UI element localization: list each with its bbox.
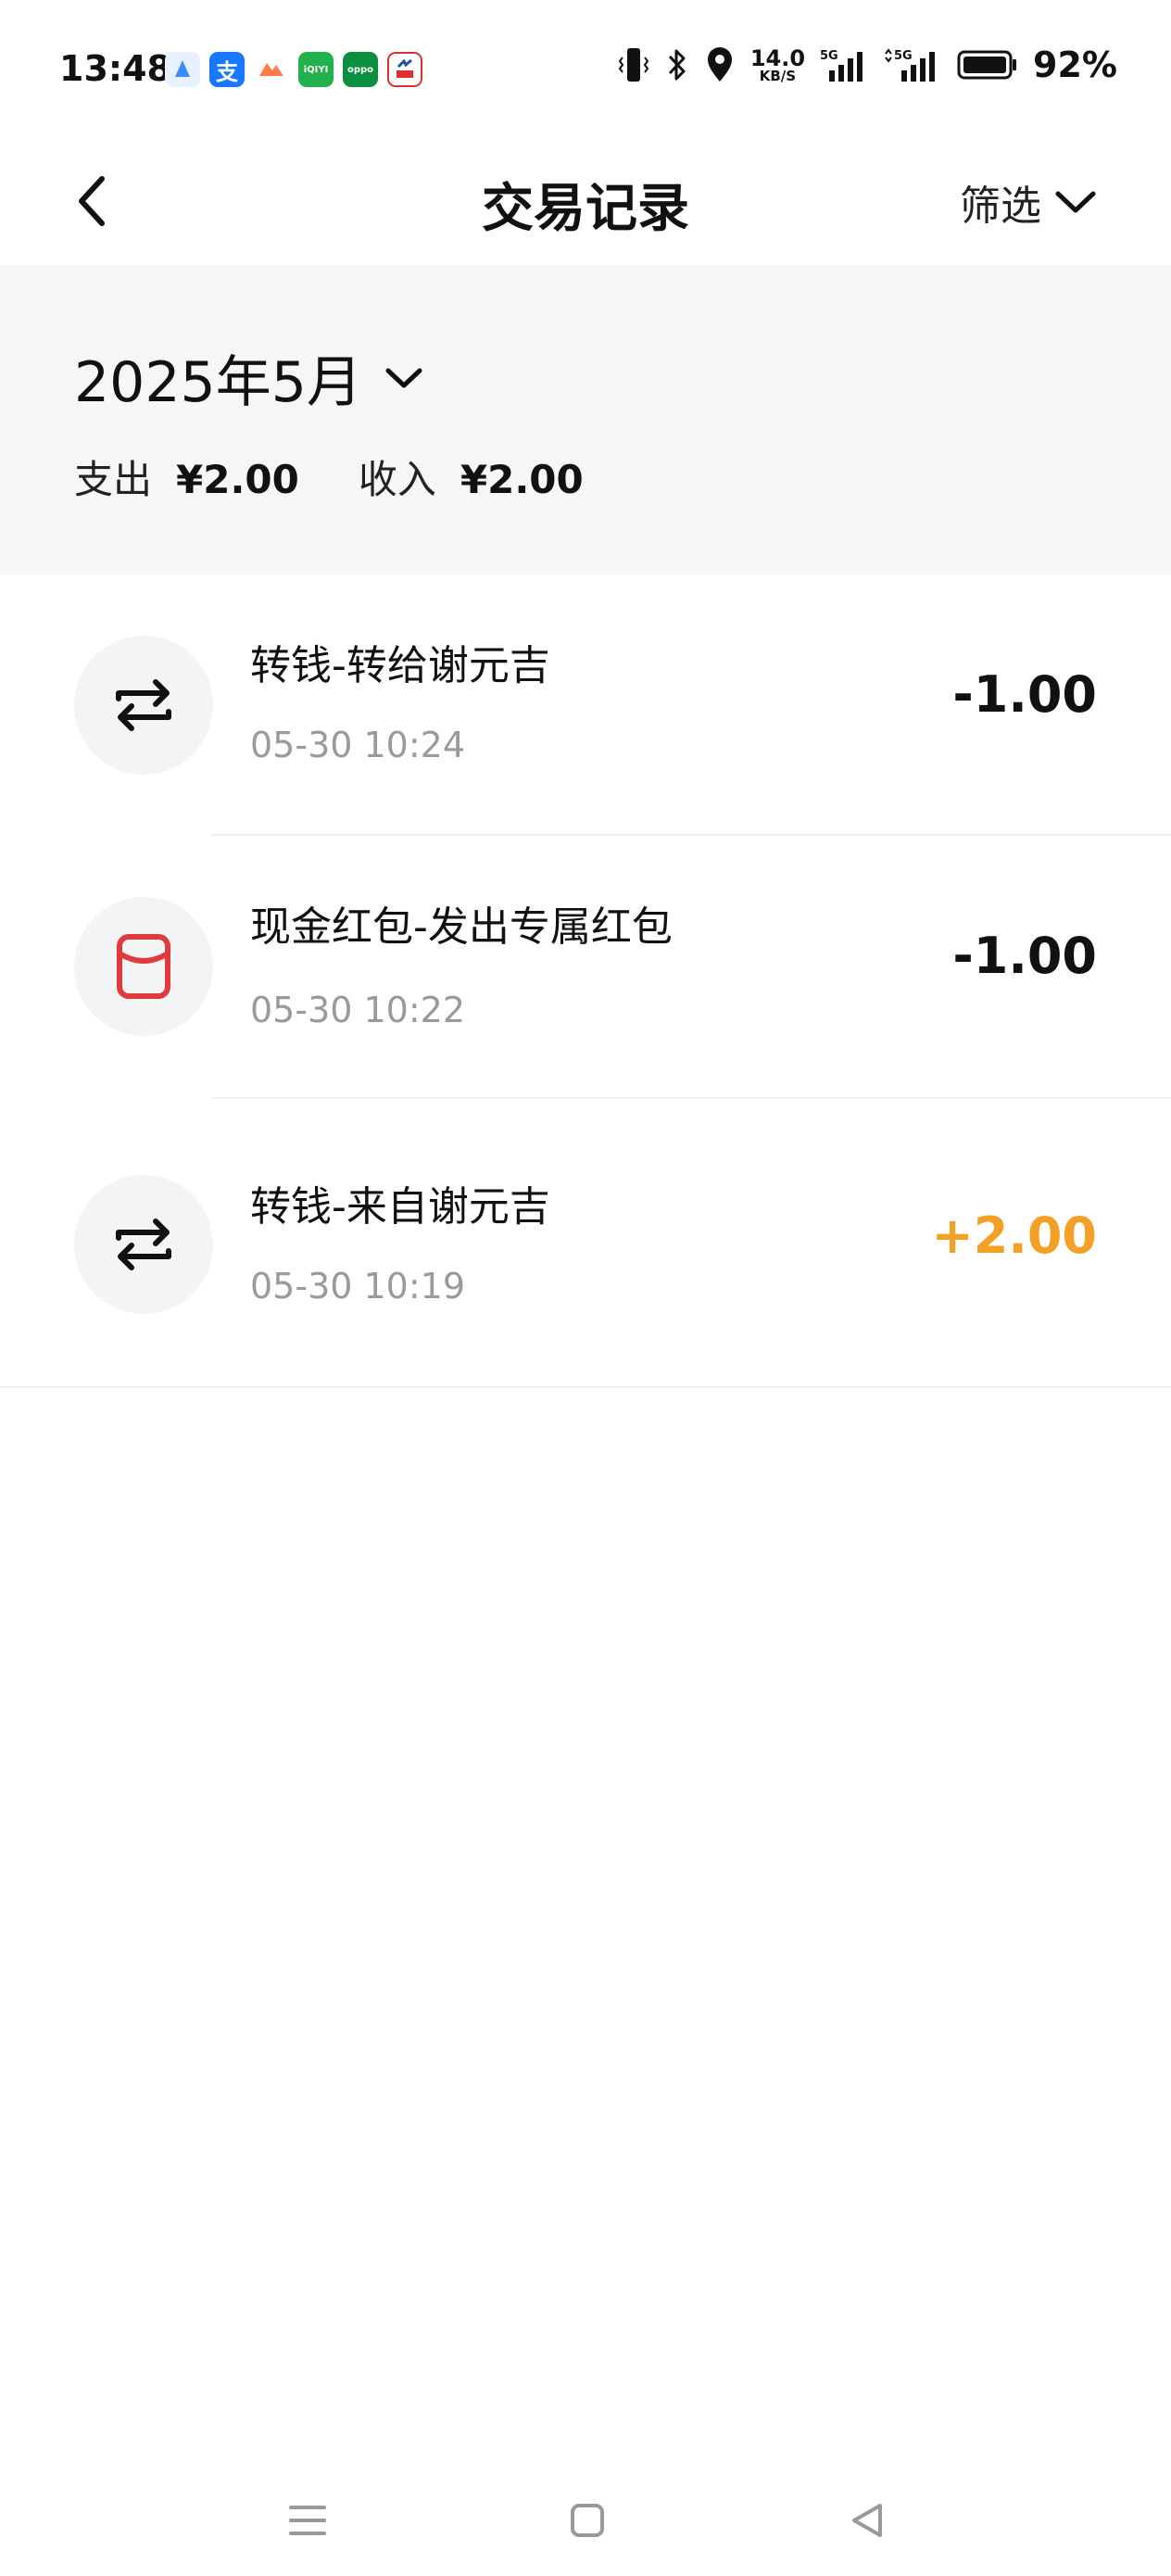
divider (0, 1386, 1171, 1388)
month-label: 2025年5月 (74, 350, 362, 415)
transfer-icon (74, 1175, 213, 1314)
status-time: 13:48 (59, 48, 171, 89)
month-summary: 2025年5月 支出 ¥2.00 收入 ¥2.00 (0, 265, 1171, 575)
transaction-title: 转钱-来自谢元吉 (250, 1183, 550, 1231)
signal-5g-secondary-icon: 5G (883, 46, 942, 83)
network-speed: 14.0 KB/S (750, 47, 805, 83)
news-icon (387, 52, 422, 87)
net-speed-unit: KB/S (759, 67, 797, 84)
alipay-icon: 支 (209, 52, 245, 87)
bluetooth-icon (665, 46, 689, 83)
game-icon (254, 52, 289, 87)
transaction-time: 05-30 10:24 (250, 725, 466, 765)
income-value: ¥2.00 (460, 457, 584, 502)
title-bar: 交易记录 筛选 (0, 139, 1171, 265)
alipay-icon-label: 支 (216, 58, 238, 85)
signal-5g-icon: 5G (820, 46, 868, 83)
month-selector[interactable]: 2025年5月 (74, 337, 423, 418)
expense-label: 支出 (74, 457, 153, 502)
battery-icon (957, 48, 1018, 82)
battery-percent: 92% (1033, 44, 1117, 85)
income-label: 收入 (358, 457, 436, 502)
svg-text:5G: 5G (894, 49, 913, 63)
menu-nav-button[interactable] (280, 2493, 335, 2548)
menu-icon (289, 2506, 326, 2535)
svg-text:5G: 5G (820, 49, 838, 63)
iqiyi-icon-label: iQIYI (303, 64, 329, 75)
iqiyi-icon: iQIYI (298, 52, 334, 87)
transaction-amount: -1.00 (952, 927, 1097, 985)
red-packet-icon (74, 897, 213, 1036)
chevron-down-icon (1055, 191, 1096, 213)
oppo-icon: oppo (343, 52, 378, 87)
oppo-icon-label: oppo (346, 64, 374, 75)
transaction-amount: +2.00 (931, 1206, 1097, 1265)
filter-label: 筛选 (960, 183, 1041, 230)
browser-icon (165, 52, 200, 87)
home-nav-button[interactable] (560, 2493, 615, 2548)
home-square-icon (571, 2504, 604, 2537)
triangle-back-icon (852, 2504, 882, 2537)
system-nav-bar (0, 2465, 1171, 2567)
filter-button[interactable]: 筛选 (960, 172, 1097, 232)
status-bar: 13:48 支 iQIYI oppo 14.0 KB/S 5G 5G 92% (0, 0, 1171, 139)
location-icon (704, 46, 736, 83)
transaction-time: 05-30 10:19 (250, 1266, 466, 1307)
expense-value: ¥2.00 (176, 457, 299, 502)
transaction-title: 转钱-转给谢元吉 (250, 642, 550, 689)
net-speed-value: 14.0 (749, 44, 806, 71)
notification-icons: 支 iQIYI oppo (165, 52, 422, 87)
transaction-time: 05-30 10:22 (250, 990, 466, 1030)
transfer-icon (74, 636, 213, 775)
transaction-row[interactable]: 现金红包-发出专属红包 05-30 10:22 -1.00 (0, 836, 1171, 1099)
transaction-list: 转钱-转给谢元吉 05-30 10:24 -1.00 现金红包-发出专属红包 0… (0, 575, 1171, 1388)
system-status-icons: 14.0 KB/S 5G 5G 92% (617, 44, 1117, 85)
vibrate-icon (617, 46, 650, 83)
transaction-title: 现金红包-发出专属红包 (250, 903, 673, 951)
transaction-row[interactable]: 转钱-转给谢元吉 05-30 10:24 -1.00 (0, 575, 1171, 836)
transaction-amount: -1.00 (952, 665, 1097, 724)
chevron-down-icon (385, 368, 422, 387)
month-totals: 支出 ¥2.00 收入 ¥2.00 (74, 448, 643, 505)
back-nav-button[interactable] (839, 2493, 895, 2548)
transaction-row[interactable]: 转钱-来自谢元吉 05-30 10:19 +2.00 (0, 1099, 1171, 1388)
